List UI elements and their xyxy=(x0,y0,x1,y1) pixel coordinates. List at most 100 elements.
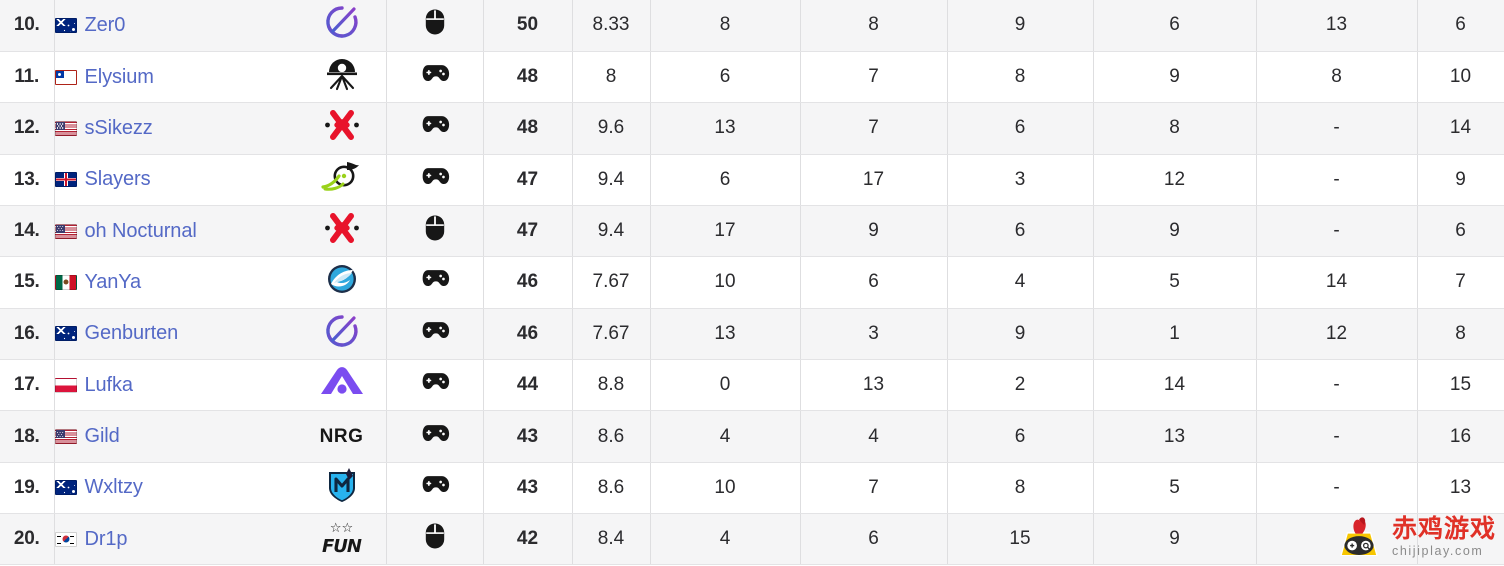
rank-cell: 16. xyxy=(0,308,55,361)
game6-cell: 16 xyxy=(1417,410,1504,463)
rank-cell: 13. xyxy=(0,154,55,206)
points-cell: 47 xyxy=(483,205,573,258)
points-cell: 48 xyxy=(483,102,573,155)
input-device-cell xyxy=(386,154,484,206)
table-row[interactable]: 14. oh Nocturnal 47 9.4 17 9 6 9-6 xyxy=(0,205,1504,258)
team-logo[interactable]: NRG xyxy=(316,416,368,458)
player-name-link[interactable]: Lufka xyxy=(85,374,134,397)
game6-cell: 13 xyxy=(1417,462,1504,515)
game1-cell: 13 xyxy=(650,308,801,361)
input-device-cell xyxy=(386,0,484,52)
table-row[interactable]: 13. Slayers 47 9.4 6 17 3 12-9 xyxy=(0,154,1504,206)
points-cell: 50 xyxy=(483,0,573,52)
input-device-cell xyxy=(386,513,484,566)
player-name-link[interactable]: Dr1p xyxy=(85,528,128,551)
team-logo-horizon-icon xyxy=(317,53,367,101)
team-logo[interactable] xyxy=(316,313,368,355)
game3-cell: 15 xyxy=(947,513,1094,566)
table-row[interactable]: 16. Genburten 46 7.67 13 3 9 1 12 8 xyxy=(0,308,1504,361)
game5-cell: - xyxy=(1256,359,1418,412)
player-name-link[interactable]: Zer0 xyxy=(85,14,126,37)
player-name-link[interactable]: Wxltzy xyxy=(85,476,143,499)
game4-cell: 5 xyxy=(1093,462,1257,515)
game3-cell: 9 xyxy=(947,308,1094,361)
game4-cell: 8 xyxy=(1093,102,1257,155)
average-cell: 8.8 xyxy=(572,359,651,412)
team-logo[interactable] xyxy=(316,261,368,303)
flag-icon-gb xyxy=(54,172,77,188)
player-name-link[interactable]: oh Nocturnal xyxy=(85,220,197,243)
team-logo-green-swoosh-icon xyxy=(317,156,367,204)
input-device-cell xyxy=(386,410,484,463)
team-logo[interactable] xyxy=(316,210,368,252)
flag-icon-mx xyxy=(54,274,77,290)
mouse-icon xyxy=(425,9,445,40)
team-logo[interactable] xyxy=(316,364,368,406)
team-logo-red-x-icon xyxy=(317,104,367,152)
player-name-link[interactable]: Gild xyxy=(85,425,120,448)
game4-cell: 9 xyxy=(1093,51,1257,104)
team-logo-nrg-icon: NRG xyxy=(319,425,364,447)
points-cell: 47 xyxy=(483,154,573,206)
table-row[interactable]: 15. YanYa 46 7.67 10 6 4 5 14 7 xyxy=(0,256,1504,309)
average-cell: 9.6 xyxy=(572,102,651,155)
input-device-cell xyxy=(386,256,484,309)
player-name-link[interactable]: Slayers xyxy=(85,168,151,191)
rank-cell: 12. xyxy=(0,102,55,155)
game1-cell: 6 xyxy=(650,51,801,104)
player-name-link[interactable]: Genburten xyxy=(85,322,179,345)
flag-icon-us xyxy=(54,120,77,136)
team-logo[interactable] xyxy=(316,107,368,149)
points-cell: 42 xyxy=(483,513,573,566)
rank-cell: 18. xyxy=(0,410,55,463)
team-logo[interactable]: ☆☆ FUN xyxy=(316,518,368,560)
table-row[interactable]: 10. Zer0 50 8.33 8 8 9 6 13 6 xyxy=(0,0,1504,52)
team-logo[interactable] xyxy=(316,159,368,201)
average-cell: 8 xyxy=(572,51,651,104)
team-logo-red-x-icon xyxy=(317,207,367,255)
table-row[interactable]: 12. sSikezz 48 9.6 13 7 6 8-14 xyxy=(0,102,1504,155)
flag-icon-us xyxy=(54,223,77,239)
team-logo-swirl-icon xyxy=(317,310,367,358)
game1-cell: 8 xyxy=(650,0,801,52)
player-cell: Wxltzy xyxy=(54,462,387,515)
team-logo[interactable] xyxy=(316,467,368,509)
team-logo[interactable] xyxy=(316,56,368,98)
game3-cell: 8 xyxy=(947,51,1094,104)
team-logo-swirl-icon xyxy=(317,1,367,49)
points-cell: 43 xyxy=(483,462,573,515)
table-row[interactable]: 17. Lufka 44 8.8 0 13 2 14-15 xyxy=(0,359,1504,412)
game2-cell: 4 xyxy=(800,410,948,463)
input-device-cell xyxy=(386,462,484,515)
standings-table: 10. Zer0 50 8.33 8 8 9 6 13 6 11. Elysium 48 8 6 7 8 9 8 10… xyxy=(0,0,1504,566)
game6-cell xyxy=(1417,513,1504,566)
game2-cell: 9 xyxy=(800,205,948,258)
game5-cell: - xyxy=(1256,205,1418,258)
player-name-link[interactable]: Elysium xyxy=(85,66,154,89)
gamepad-icon xyxy=(420,116,450,141)
table-row[interactable]: 20. Dr1p ☆☆ FUN 42 8.4 4 6 15 9 xyxy=(0,513,1504,566)
team-logo[interactable] xyxy=(316,4,368,46)
flag-icon-kr xyxy=(54,531,77,547)
rank-cell: 15. xyxy=(0,256,55,309)
average-cell: 8.4 xyxy=(572,513,651,566)
table-row[interactable]: 11. Elysium 48 8 6 7 8 9 8 10 xyxy=(0,51,1504,104)
player-cell: Genburten xyxy=(54,308,387,361)
rank-cell: 17. xyxy=(0,359,55,412)
game6-cell: 15 xyxy=(1417,359,1504,412)
game3-cell: 4 xyxy=(947,256,1094,309)
average-cell: 7.67 xyxy=(572,256,651,309)
player-cell: Slayers xyxy=(54,154,387,206)
flag-icon-au xyxy=(54,480,77,496)
player-name-link[interactable]: YanYa xyxy=(85,271,142,294)
table-row[interactable]: 18. Gild NRG 43 8.6 4 4 6 13-16 xyxy=(0,410,1504,463)
player-name-link[interactable]: sSikezz xyxy=(85,117,153,140)
points-cell: 46 xyxy=(483,308,573,361)
input-device-cell xyxy=(386,308,484,361)
game6-cell: 9 xyxy=(1417,154,1504,206)
game2-cell: 17 xyxy=(800,154,948,206)
leaderboard-table-container: 10. Zer0 50 8.33 8 8 9 6 13 6 11. Elysium 48 8 6 7 8 9 8 10… xyxy=(0,0,1504,566)
game3-cell: 9 xyxy=(947,0,1094,52)
table-row[interactable]: 19. Wxltzy 43 8.6 10 7 8 5-13 xyxy=(0,462,1504,515)
team-logo-purple-arch-icon xyxy=(317,361,367,409)
